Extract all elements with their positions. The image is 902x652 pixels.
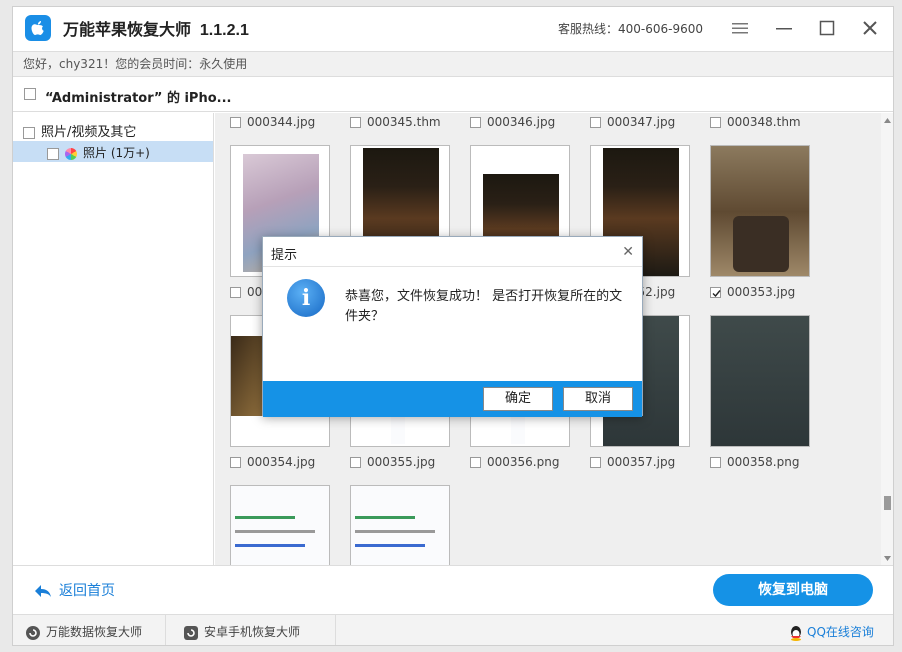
title-bar: 万能苹果恢复大师 1.1.2.1 客服热线：400-606-9600 <box>13 7 893 49</box>
maximize-icon[interactable] <box>816 17 838 39</box>
file-label[interactable]: 000354.jpg <box>230 455 315 469</box>
file-checkbox[interactable] <box>710 457 721 468</box>
tree-item-media[interactable]: 照片/视频及其它 <box>23 121 136 140</box>
greeting-text: 您好，chy321！您的会员时间：永久使用 <box>23 57 248 71</box>
file-label[interactable]: 000346.jpg <box>470 115 555 129</box>
qq-consult-label: QQ在线咨询 <box>807 625 874 639</box>
file-checkbox[interactable] <box>470 117 481 128</box>
app-title: 万能苹果恢复大师 1.1.2.1 <box>63 22 249 39</box>
apple-logo-icon <box>25 15 51 41</box>
file-checkbox[interactable] <box>230 287 241 298</box>
data-recovery-icon <box>26 625 40 640</box>
menu-icon[interactable] <box>729 17 751 39</box>
file-label[interactable]: 000345.thm <box>350 115 441 129</box>
minimize-icon[interactable] <box>773 17 795 39</box>
hotline-text: 客服热线：400-606-9600 <box>558 22 704 36</box>
device-bar: “Administrator” 的 iPho... <box>13 78 893 112</box>
file-name: 000355.jpg <box>367 455 436 469</box>
file-name: 000354.jpg <box>247 455 316 469</box>
dialog-title: 提示 <box>271 248 298 263</box>
footer-bar: 返回首页 恢复到电脑 <box>13 565 893 613</box>
file-thumbnail[interactable] <box>710 315 810 447</box>
dialog-message: 恭喜您，文件恢复成功！ 是否打开恢复所在的文件夹？ <box>345 289 623 324</box>
chat-text-line <box>355 530 435 533</box>
food-cup-image <box>733 216 789 272</box>
file-name: 000346.jpg <box>487 115 556 129</box>
dialog-button-bar: 确定 取消 <box>263 381 642 417</box>
tree-media-checkbox[interactable] <box>23 126 35 139</box>
qq-penguin-icon <box>791 625 801 641</box>
ok-button[interactable]: 确定 <box>483 387 553 411</box>
recover-to-pc-button[interactable]: 恢复到电脑 <box>713 574 873 606</box>
music-app-screenshot <box>711 316 809 446</box>
chat-text-line <box>235 516 295 519</box>
tree-media-label: 照片/视频及其它 <box>41 125 137 140</box>
file-checkbox[interactable] <box>350 117 361 128</box>
file-checkbox[interactable] <box>470 457 481 468</box>
back-home-button[interactable]: 返回首页 <box>33 580 115 600</box>
device-checkbox[interactable] <box>24 88 36 100</box>
close-icon[interactable] <box>859 17 881 39</box>
tree-photos-label: 照片 (1万+) <box>83 146 150 160</box>
file-name: 000358.png <box>727 455 800 469</box>
success-dialog: 提示 ✕ i 恭喜您，文件恢复成功！ 是否打开恢复所在的文件夹？ 确定 取消 <box>262 236 643 417</box>
file-name: 000347.jpg <box>607 115 676 129</box>
back-home-label: 返回首页 <box>59 583 115 599</box>
chat-text-line <box>355 544 425 547</box>
chat-text-line <box>235 544 305 547</box>
file-label[interactable]: 000353.jpg <box>710 285 795 299</box>
file-checkbox[interactable] <box>350 457 361 468</box>
cancel-button[interactable]: 取消 <box>563 387 633 411</box>
file-checkbox[interactable] <box>590 457 601 468</box>
chat-text-line <box>355 516 415 519</box>
file-checkbox[interactable] <box>710 117 721 128</box>
file-label[interactable]: 000348.thm <box>710 115 801 129</box>
android-recovery-icon <box>184 625 198 640</box>
file-name: 000344.jpg <box>247 115 316 129</box>
file-label[interactable]: 000344.jpg <box>230 115 315 129</box>
vertical-scrollbar[interactable] <box>881 113 893 565</box>
file-name: 000357.jpg <box>607 455 676 469</box>
chat-text-line <box>235 530 315 533</box>
photos-icon <box>65 147 77 160</box>
divider <box>165 615 166 645</box>
file-name: 000348.thm <box>727 115 801 129</box>
dialog-title-bar: 提示 ✕ <box>263 237 642 267</box>
file-name: 000345.thm <box>367 115 441 129</box>
back-arrow-icon <box>35 585 51 597</box>
file-thumbnail[interactable] <box>350 485 450 565</box>
data-recovery-link[interactable]: 万能数据恢复大师 <box>25 623 142 641</box>
file-label[interactable]: 000356.png <box>470 455 559 469</box>
file-name: 000356.png <box>487 455 560 469</box>
divider <box>335 615 336 645</box>
tree-item-photos[interactable]: 照片 (1万+) <box>13 141 213 162</box>
member-info-bar: 您好，chy321！您的会员时间：永久使用 <box>13 51 893 77</box>
file-thumbnail[interactable] <box>710 145 810 277</box>
file-checkbox[interactable] <box>590 117 601 128</box>
file-checkbox[interactable] <box>230 457 241 468</box>
file-label[interactable]: 000358.png <box>710 455 799 469</box>
data-recovery-label: 万能数据恢复大师 <box>46 625 143 639</box>
file-name: 000353.jpg <box>727 285 796 299</box>
info-icon: i <box>287 279 325 317</box>
file-checkbox[interactable] <box>230 117 241 128</box>
file-label[interactable]: 000347.jpg <box>590 115 675 129</box>
dialog-close-icon[interactable]: ✕ <box>622 244 634 260</box>
file-label[interactable]: 000355.jpg <box>350 455 435 469</box>
category-tree: 照片/视频及其它 照片 (1万+) <box>13 113 214 565</box>
android-recovery-label: 安卓手机恢复大师 <box>204 625 301 639</box>
file-label[interactable]: 000357.jpg <box>590 455 675 469</box>
android-recovery-link[interactable]: 安卓手机恢复大师 <box>183 623 300 641</box>
bottom-bar: 万能数据恢复大师 安卓手机恢复大师 QQ在线咨询 <box>13 614 893 645</box>
file-checkbox-checked[interactable] <box>710 287 721 298</box>
qq-consult-link[interactable]: QQ在线咨询 <box>788 623 874 641</box>
file-thumbnail[interactable] <box>230 485 330 565</box>
device-name: “Administrator” 的 iPho... <box>45 91 232 106</box>
tree-photos-checkbox[interactable] <box>47 147 59 160</box>
